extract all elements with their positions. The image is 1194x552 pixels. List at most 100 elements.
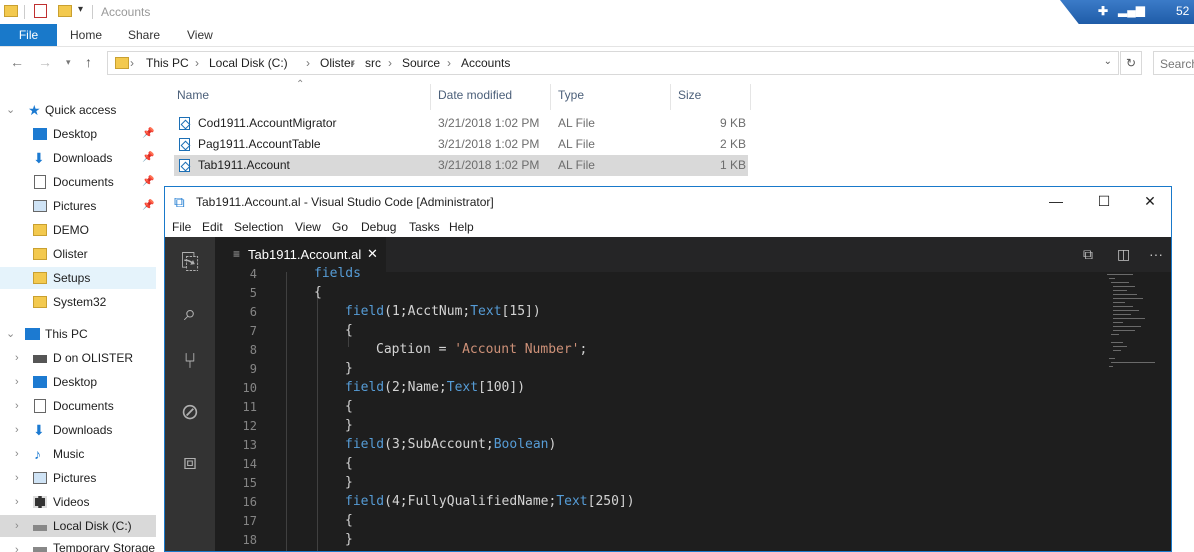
pin-icon[interactable]: 📌 [142,123,154,145]
nav-item-pc-pictures[interactable]: › Pictures [0,467,156,489]
column-divider[interactable] [670,84,671,110]
chevron-right-icon[interactable]: › [15,491,19,513]
breadcrumb-olister[interactable]: Olister [320,56,355,70]
chevron-down-icon[interactable]: ⌄ [6,99,15,121]
chevron-right-icon[interactable]: › [15,371,19,393]
nav-item-demo[interactable]: DEMO [0,219,156,241]
split-editor-icon[interactable]: ◫ [1117,246,1130,263]
tab-label: Tab1911.Account.al [248,247,362,262]
file-row[interactable]: Cod1911.AccountMigrator 3/21/2018 1:02 P… [174,113,748,134]
folder-icon[interactable] [4,5,18,17]
activity-bar: ⎘ ⌕ ⑂ ⊘ ⧈ [165,237,215,551]
close-icon[interactable]: ✕ [1140,193,1160,210]
chevron-right-icon[interactable]: › [15,443,19,465]
nav-item-local-disk[interactable]: › Local Disk (C:) [0,515,156,537]
menu-go[interactable]: Go [332,220,348,234]
nav-label: Setups [53,271,91,285]
chevron-right-icon[interactable]: › [15,515,19,537]
nav-item-d-on-olister[interactable]: › D on OLISTER [0,347,156,369]
menu-debug[interactable]: Debug [361,220,396,234]
chevron-right-icon[interactable]: › [15,347,19,369]
extensions-icon[interactable]: ⧈ [175,447,205,477]
tab-home[interactable]: Home [70,24,102,46]
back-arrow-icon[interactable]: ← [10,54,24,70]
nav-item-music[interactable]: › ♪ Music [0,443,156,465]
forward-arrow-icon[interactable]: → [38,54,52,70]
menu-edit[interactable]: Edit [202,220,223,234]
search-icon[interactable]: ⌕ [175,298,205,328]
nav-item-system32[interactable]: System32 [0,291,156,313]
file-size: 1 KB [720,158,747,172]
menu-tasks[interactable]: Tasks [409,220,440,234]
tab-file[interactable]: File [0,24,57,46]
maximize-icon[interactable]: ☐ [1094,193,1114,210]
nav-item-temporary-storage[interactable]: › Temporary Storage [0,539,156,552]
nav-quick-access[interactable]: ⌄ ★ Quick access [0,99,156,121]
close-tab-icon[interactable]: ✕ [367,246,378,262]
source-control-icon[interactable]: ⑂ [175,346,205,376]
chevron-down-icon[interactable]: ⌄ [1104,56,1112,67]
pin-icon[interactable]: 📌 [142,195,154,217]
open-changes-icon[interactable]: ⧉ [1083,246,1093,263]
menu-view[interactable]: View [295,220,321,234]
chevron-down-icon[interactable]: ⌄ [6,323,15,345]
column-header-size[interactable]: Size [678,88,701,102]
nav-item-pc-desktop[interactable]: › Desktop [0,371,156,393]
pin-icon[interactable]: 📌 [142,171,154,193]
new-folder-icon[interactable] [58,5,72,17]
debug-icon[interactable]: ⊘ [175,397,205,427]
al-file-icon [179,117,190,130]
column-divider[interactable] [750,84,751,110]
nav-item-downloads[interactable]: ⬇ Downloads 📌 [0,147,156,169]
breadcrumb-src[interactable]: src [365,56,381,70]
customize-toolbar-icon[interactable]: ▾ [78,4,83,15]
nav-this-pc[interactable]: ⌄ This PC [0,323,156,345]
folder-icon [33,272,47,284]
nav-item-pictures[interactable]: Pictures 📌 [0,195,156,217]
column-header-type[interactable]: Type [558,88,584,102]
tab-view[interactable]: View [187,24,213,46]
minimize-icon[interactable]: — [1046,193,1066,209]
tab-share[interactable]: Share [128,24,160,46]
search-input[interactable]: Search [1153,51,1194,75]
properties-icon[interactable] [34,4,47,18]
chevron-right-icon[interactable]: › [15,395,19,417]
chevron-right-icon[interactable]: › [15,539,19,552]
refresh-icon[interactable]: ↻ [1120,51,1142,75]
file-row-selected[interactable]: Tab1911.Account 3/21/2018 1:02 PM AL Fil… [174,155,748,176]
chevron-right-icon[interactable]: › [15,467,19,489]
breadcrumb-source[interactable]: Source [402,56,440,70]
breadcrumb-accounts[interactable]: Accounts [461,56,510,70]
column-header-name[interactable]: Name [177,88,209,102]
nav-item-videos[interactable]: › Videos [0,491,156,513]
breadcrumb-local-disk[interactable]: Local Disk (C:) [209,56,288,70]
minimap-line [1113,318,1145,319]
column-divider[interactable] [430,84,431,110]
chevron-right-icon[interactable]: › [15,419,19,441]
nav-item-pc-downloads[interactable]: › ⬇ Downloads [0,419,156,441]
code-editor[interactable]: 4 5 6 7 8 9 10 11 12 13 14 15 16 17 18 f… [215,266,1171,551]
breadcrumb-this-pc[interactable]: This PC [146,56,189,70]
nav-item-desktop[interactable]: Desktop 📌 [0,123,156,145]
menu-help[interactable]: Help [449,220,474,234]
nav-item-setups[interactable]: Setups [0,267,156,289]
code-token: Boolean [493,437,549,452]
column-header-date-modified[interactable]: Date modified [438,88,512,102]
column-divider[interactable] [550,84,551,110]
menu-selection[interactable]: Selection [234,220,283,234]
minimap[interactable] [1105,272,1171,551]
explorer-files-icon[interactable]: ⎘ [175,247,205,277]
nav-item-pc-documents[interactable]: › Documents [0,395,156,417]
nav-label: DEMO [53,223,89,237]
more-actions-icon[interactable]: ··· [1149,246,1163,262]
code-line: { [345,456,353,471]
file-row[interactable]: Pag1911.AccountTable 3/21/2018 1:02 PM A… [174,134,748,155]
pin-icon[interactable]: 📌 [142,147,154,169]
up-arrow-icon[interactable]: ↑ [85,54,92,70]
recent-locations-icon[interactable]: ▾ [66,57,71,68]
nav-label: Documents [53,175,114,189]
nav-item-olister[interactable]: Olister [0,243,156,265]
address-bar[interactable]: › This PC › Local Disk (C:) › Olister › … [107,51,1119,75]
nav-item-documents[interactable]: Documents 📌 [0,171,156,193]
menu-file[interactable]: File [172,220,191,234]
